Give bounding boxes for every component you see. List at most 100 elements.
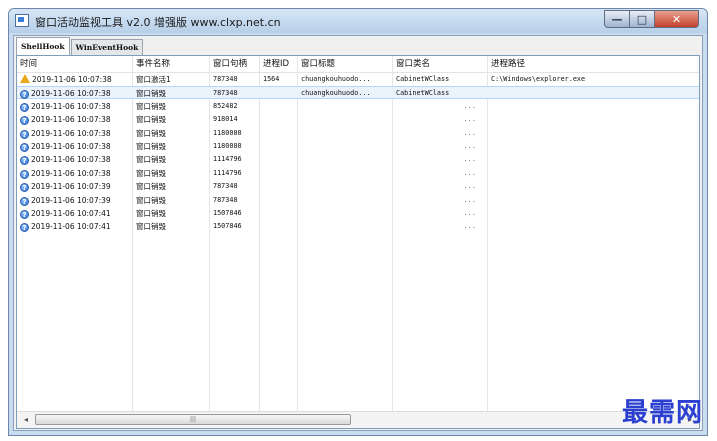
cell-time-text: 2019-11-06 10:07:38 <box>31 89 111 99</box>
cell-window-class-text: ... <box>463 101 476 110</box>
cell-time: ? 2019-11-06 10:07:38 <box>17 113 133 126</box>
cell-handle-text: 787348 <box>213 75 238 83</box>
column-header-path[interactable]: 进程路径 <box>488 56 688 72</box>
cell-time: ? 2019-11-06 10:07:38 <box>17 87 133 100</box>
cell-event: 窗口销毁 <box>133 167 210 180</box>
cell-window-title <box>298 140 393 153</box>
cell-handle-text: 787348 <box>213 182 238 191</box>
cell-event: 窗口销毁 <box>133 207 210 220</box>
cell-window-class: ... <box>393 194 488 207</box>
cell-time: ? 2019-11-06 10:07:38 <box>17 140 133 153</box>
scrollbar-thumb[interactable]: ||| <box>35 414 351 425</box>
cell-window-class-text: ... <box>463 142 476 150</box>
column-header-handle[interactable]: 窗口句柄 <box>210 56 260 72</box>
site-watermark: 最需网 <box>621 398 703 428</box>
cell-time-text: 2019-11-06 10:07:38 <box>31 155 111 165</box>
cell-handle-text: 1114796 <box>213 168 242 177</box>
close-button[interactable]: ✕ <box>655 10 699 28</box>
table-row[interactable]: ? 2019-11-06 10:07:41 窗口销毁 1507846... <box>17 220 699 233</box>
cell-time-text: 2019-11-06 10:07:38 <box>31 128 111 138</box>
window-title: 窗口活动监视工具 v2.0 增强版 www.clxp.net.cn <box>35 16 281 29</box>
cell-pid <box>260 207 298 220</box>
cell-handle: 1114796 <box>210 153 260 166</box>
cell-window-title: chuangkouhuodo... <box>298 87 393 100</box>
table-row[interactable]: ? 2019-11-06 10:07:38 窗口销毁 1114796... <box>17 167 699 180</box>
cell-process-path <box>488 87 688 100</box>
help-icon: ? <box>20 156 29 166</box>
cell-window-title-text: chuangkouhuodo... <box>301 75 371 83</box>
cell-window-class: ... <box>393 140 488 153</box>
tab-shellhook[interactable]: ShellHook <box>16 37 70 55</box>
cell-time: ? 2019-11-06 10:07:38 <box>17 153 133 166</box>
app-window-icon[interactable] <box>15 14 29 27</box>
cell-process-path: C:\Windows\explorer.exe <box>488 73 688 86</box>
cell-process-path <box>488 180 688 193</box>
table-row[interactable]: 2019-11-06 10:07:38 窗口激活1 787348 1564 chuang… <box>17 73 699 86</box>
cell-window-class: CabinetWClass <box>393 87 488 100</box>
column-header-time[interactable]: 时间 <box>17 56 133 72</box>
cell-window-title <box>298 194 393 207</box>
cell-handle: 1180080 <box>210 127 260 140</box>
cell-event: 窗口销毁 <box>133 194 210 207</box>
horizontal-scrollbar[interactable]: ◂ ||| ▸ <box>17 411 699 428</box>
table-row[interactable]: ? 2019-11-06 10:07:38 窗口销毁 1114796... <box>17 153 699 166</box>
cell-handle-text: 1180080 <box>213 142 242 150</box>
cell-window-title-text: chuangkouhuodo... <box>301 89 371 98</box>
cell-handle: 787348 <box>210 180 260 193</box>
cell-process-path <box>488 127 688 140</box>
cell-pid <box>260 113 298 126</box>
table-row[interactable]: ? 2019-11-06 10:07:38 窗口销毁 918014... <box>17 113 699 126</box>
cell-event: 窗口销毁 <box>133 100 210 113</box>
cell-event: 窗口销毁 <box>133 180 210 193</box>
cell-handle-text: 1507846 <box>213 222 242 231</box>
table-row[interactable]: ? 2019-11-06 10:07:41 窗口销毁 1507846... <box>17 207 699 220</box>
cell-time: ? 2019-11-06 10:07:41 <box>17 220 133 233</box>
cell-time-text: 2019-11-06 10:07:39 <box>31 195 111 205</box>
cell-time: ? 2019-11-06 10:07:38 <box>17 167 133 180</box>
title-bar[interactable]: 窗口活动监视工具 v2.0 增强版 www.clxp.net.cn — □ ✕ <box>9 9 707 33</box>
table-row[interactable]: ? 2019-11-06 10:07:38 窗口销毁 1180080... <box>17 127 699 140</box>
column-header-pid[interactable]: 进程ID <box>260 56 298 72</box>
cell-handle: 1507846 <box>210 207 260 220</box>
column-header-event[interactable]: 事件名称 <box>133 56 210 72</box>
cell-window-title <box>298 207 393 220</box>
event-list-view[interactable]: 时间 事件名称 窗口句柄 进程ID 窗口标题 窗口类名 进程路径 2019-11… <box>16 55 700 429</box>
cell-time: ? 2019-11-06 10:07:38 <box>17 100 133 113</box>
scroll-left-arrow-icon[interactable]: ◂ <box>18 413 34 427</box>
client-area: ShellHook WinEventHook 时间 事件名称 窗口句柄 进程ID… <box>13 35 703 431</box>
cell-event: 窗口销毁 <box>133 113 210 126</box>
cell-event: 窗口销毁 <box>133 220 210 233</box>
column-header-title[interactable]: 窗口标题 <box>298 56 393 72</box>
help-icon: ? <box>20 210 29 219</box>
cell-event-text: 窗口销毁 <box>136 168 166 178</box>
table-row[interactable]: ? 2019-11-06 10:07:39 窗口销毁 787348... <box>17 180 699 193</box>
cell-window-class-text: ... <box>463 155 476 164</box>
cell-handle-text: 787348 <box>213 89 238 98</box>
cell-event-text: 窗口销毁 <box>136 101 166 111</box>
cell-time-text: 2019-11-06 10:07:41 <box>31 222 111 232</box>
cell-pid <box>260 194 298 207</box>
cell-time-text: 2019-11-06 10:07:38 <box>31 115 111 125</box>
cell-pid <box>260 167 298 180</box>
table-row[interactable]: ? 2019-11-06 10:07:38 窗口销毁 1180080... <box>17 140 699 153</box>
cell-process-path <box>488 100 688 113</box>
table-row[interactable]: ? 2019-11-06 10:07:38 窗口销毁 787348 chuangkouh… <box>17 86 699 100</box>
cell-process-path <box>488 220 688 233</box>
tab-wineventhook[interactable]: WinEventHook <box>70 39 144 55</box>
cell-window-class-text: ... <box>463 182 476 191</box>
help-icon: ? <box>20 196 29 206</box>
maximize-button[interactable]: □ <box>630 10 655 28</box>
column-header-class[interactable]: 窗口类名 <box>393 56 488 72</box>
cell-event: 窗口激活1 <box>133 73 210 86</box>
help-icon: ? <box>20 169 29 179</box>
cell-event-text: 窗口激活1 <box>136 75 171 84</box>
cell-pid <box>260 87 298 100</box>
cell-pid <box>260 180 298 193</box>
cell-process-path-text: C:\Windows\explorer.exe <box>491 75 586 83</box>
cell-handle: 1507846 <box>210 220 260 233</box>
help-icon: ? <box>20 183 29 193</box>
table-row[interactable]: ? 2019-11-06 10:07:39 窗口销毁 787348... <box>17 194 699 207</box>
minimize-button[interactable]: — <box>604 10 630 28</box>
cell-handle-text: 1507846 <box>213 209 242 217</box>
table-row[interactable]: ? 2019-11-06 10:07:38 窗口销毁 852482... <box>17 100 699 113</box>
